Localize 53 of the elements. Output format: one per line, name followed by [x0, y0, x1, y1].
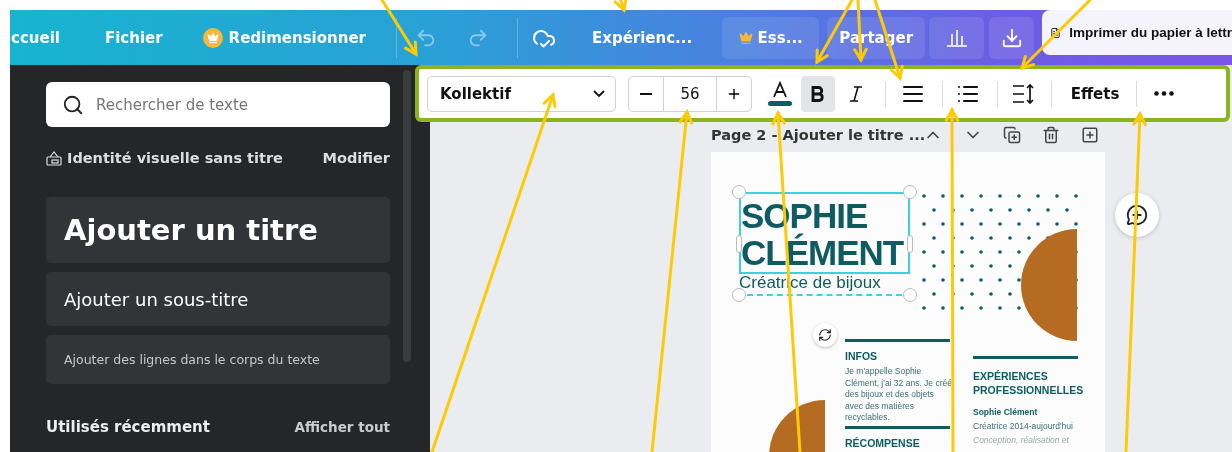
- rotate-handle[interactable]: [813, 323, 837, 347]
- comment-button[interactable]: [1115, 193, 1159, 237]
- job-name: Sophie Clément: [973, 407, 1039, 419]
- annotation-arrow: [613, 0, 628, 13]
- more-icon: [1154, 91, 1174, 96]
- duplicate-page-icon[interactable]: [1003, 126, 1021, 144]
- search-input[interactable]: Rechercher de texte: [94, 94, 368, 115]
- text-preset[interactable]: Ajouter un titre: [46, 197, 390, 263]
- line-spacing-icon: [1012, 82, 1036, 105]
- resize-handle[interactable]: [732, 185, 746, 199]
- font-size-stepper[interactable]: 56: [628, 75, 752, 112]
- download-icon: [1000, 26, 1023, 49]
- job-description: Conception, réalisation et: [973, 435, 1070, 447]
- minus-icon: [640, 92, 652, 95]
- resize-handle[interactable]: [907, 235, 913, 253]
- crown-icon: [738, 30, 753, 45]
- resize-handle[interactable]: [736, 235, 742, 253]
- save-status[interactable]: Expérienc...: [592, 28, 693, 47]
- caret-icon: [593, 90, 605, 97]
- section-title: RÉCOMPENSE: [845, 436, 920, 450]
- text-preset[interactable]: Ajouter des lignes dans le corps du texte: [46, 335, 390, 384]
- bar-chart-icon: [945, 27, 968, 48]
- font-dropdown[interactable]: Kollektif: [427, 75, 616, 112]
- search-field[interactable]: Rechercher de texte: [46, 82, 390, 127]
- italic-icon: [849, 85, 863, 102]
- download-button[interactable]: [989, 16, 1035, 59]
- resize-handle[interactable]: [903, 288, 917, 302]
- text-preset[interactable]: Ajouter un sous-titre: [46, 272, 390, 326]
- job-role: Créatrice 2014-aujourd'hui: [973, 421, 1074, 433]
- search-icon: [62, 93, 84, 116]
- text-color-icon: [767, 79, 793, 108]
- section-title: INFOS: [845, 349, 878, 363]
- font-size-field[interactable]: 56: [663, 76, 717, 111]
- add-page-icon[interactable]: [1081, 126, 1099, 144]
- insights-button[interactable]: [929, 16, 985, 59]
- section-title: EXPÉRIENCES PROFESSIONNELLES: [973, 369, 1083, 397]
- crown-icon: [202, 27, 223, 48]
- rotate-icon: [818, 328, 832, 342]
- bold-button[interactable]: [801, 75, 835, 112]
- bold-icon: [811, 85, 825, 102]
- annotation-arrow: [380, 0, 418, 57]
- brand-kit-icon: [46, 150, 62, 166]
- page-title[interactable]: Page 2 - Ajouter le titre ...: [711, 127, 923, 143]
- comment-add-icon: [1126, 204, 1148, 226]
- print-tab[interactable]: Imprimer du papier à lettr: [1042, 10, 1232, 55]
- delete-icon[interactable]: [1042, 126, 1060, 144]
- see-all-link[interactable]: Afficher tout: [294, 419, 390, 435]
- resize-handle[interactable]: [903, 185, 917, 199]
- edit-link[interactable]: Modifier: [322, 150, 390, 166]
- brand-kit-label: Identité visuelle sans titre: [46, 150, 283, 166]
- recent-heading: Utilisés récemment: [46, 418, 210, 436]
- effects-button[interactable]: Effets: [1060, 75, 1130, 112]
- resize-handle[interactable]: [732, 288, 746, 302]
